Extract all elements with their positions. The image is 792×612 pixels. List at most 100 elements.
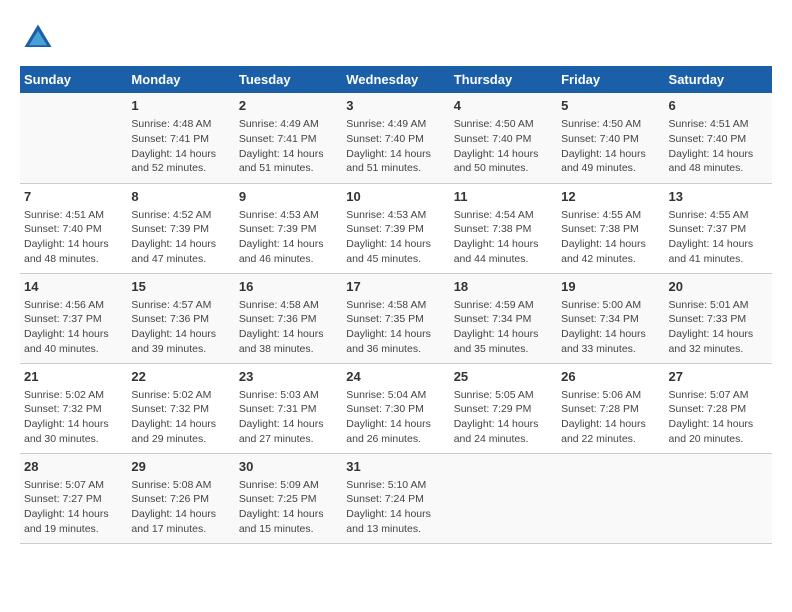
day-info: Sunrise: 4:56 AMSunset: 7:37 PMDaylight:… bbox=[24, 298, 123, 357]
calendar-cell: 19 Sunrise: 5:00 AMSunset: 7:34 PMDayligh… bbox=[557, 273, 664, 363]
day-number: 21 bbox=[24, 368, 123, 386]
day-info: Sunrise: 4:50 AMSunset: 7:40 PMDaylight:… bbox=[561, 117, 660, 176]
day-number: 23 bbox=[239, 368, 338, 386]
day-info: Sunrise: 4:48 AMSunset: 7:41 PMDaylight:… bbox=[131, 117, 230, 176]
day-info: Sunrise: 5:00 AMSunset: 7:34 PMDaylight:… bbox=[561, 298, 660, 357]
day-number: 29 bbox=[131, 458, 230, 476]
calendar-cell: 23 Sunrise: 5:03 AMSunset: 7:31 PMDayligh… bbox=[235, 363, 342, 453]
calendar-cell: 2Sunrise: 4:49 AMSunset: 7:41 PMDaylight… bbox=[235, 93, 342, 183]
calendar-cell: 31 Sunrise: 5:10 AMSunset: 7:24 PMDayligh… bbox=[342, 453, 449, 543]
calendar-cell bbox=[557, 453, 664, 543]
logo bbox=[20, 20, 60, 56]
day-info: Sunrise: 5:06 AMSunset: 7:28 PMDaylight:… bbox=[561, 388, 660, 447]
col-header-saturday: Saturday bbox=[665, 66, 772, 93]
day-number: 11 bbox=[454, 188, 553, 206]
day-info: Sunrise: 4:52 AMSunset: 7:39 PMDaylight:… bbox=[131, 208, 230, 267]
day-info: Sunrise: 5:07 AMSunset: 7:28 PMDaylight:… bbox=[669, 388, 768, 447]
calendar-cell: 25 Sunrise: 5:05 AMSunset: 7:29 PMDayligh… bbox=[450, 363, 557, 453]
calendar-cell: 10 Sunrise: 4:53 AMSunset: 7:39 PMDayligh… bbox=[342, 183, 449, 273]
day-info: Sunrise: 5:07 AMSunset: 7:27 PMDaylight:… bbox=[24, 478, 123, 537]
calendar-cell: 28Sunrise: 5:07 AMSunset: 7:27 PMDayligh… bbox=[20, 453, 127, 543]
calendar-cell: 20Sunrise: 5:01 AMSunset: 7:33 PMDayligh… bbox=[665, 273, 772, 363]
calendar-cell: 11 Sunrise: 4:54 AMSunset: 7:38 PMDayligh… bbox=[450, 183, 557, 273]
day-number: 5 bbox=[561, 97, 660, 115]
day-number: 14 bbox=[24, 278, 123, 296]
day-number: 15 bbox=[131, 278, 230, 296]
day-info: Sunrise: 4:49 AMSunset: 7:40 PMDaylight:… bbox=[346, 117, 445, 176]
col-header-wednesday: Wednesday bbox=[342, 66, 449, 93]
day-info: Sunrise: 4:54 AMSunset: 7:38 PMDaylight:… bbox=[454, 208, 553, 267]
calendar-header-row: SundayMondayTuesdayWednesdayThursdayFrid… bbox=[20, 66, 772, 93]
calendar-cell: 1 Sunrise: 4:48 AMSunset: 7:41 PMDaylight… bbox=[127, 93, 234, 183]
day-number: 22 bbox=[131, 368, 230, 386]
day-info: Sunrise: 5:08 AMSunset: 7:26 PMDaylight:… bbox=[131, 478, 230, 537]
calendar-cell: 3 Sunrise: 4:49 AMSunset: 7:40 PMDaylight… bbox=[342, 93, 449, 183]
day-number: 10 bbox=[346, 188, 445, 206]
calendar-cell: 5 Sunrise: 4:50 AMSunset: 7:40 PMDaylight… bbox=[557, 93, 664, 183]
calendar-cell: 30 Sunrise: 5:09 AMSunset: 7:25 PMDayligh… bbox=[235, 453, 342, 543]
page-header bbox=[20, 20, 772, 56]
week-row-5: 28Sunrise: 5:07 AMSunset: 7:27 PMDayligh… bbox=[20, 453, 772, 543]
day-info: Sunrise: 4:51 AMSunset: 7:40 PMDaylight:… bbox=[669, 117, 768, 176]
calendar-cell bbox=[450, 453, 557, 543]
day-info: Sunrise: 5:05 AMSunset: 7:29 PMDaylight:… bbox=[454, 388, 553, 447]
day-number: 12 bbox=[561, 188, 660, 206]
day-number: 6 bbox=[669, 97, 768, 115]
day-number: 13 bbox=[669, 188, 768, 206]
calendar-cell: 8Sunrise: 4:52 AMSunset: 7:39 PMDaylight… bbox=[127, 183, 234, 273]
calendar-cell: 17 Sunrise: 4:58 AMSunset: 7:35 PMDayligh… bbox=[342, 273, 449, 363]
calendar-cell: 24Sunrise: 5:04 AMSunset: 7:30 PMDayligh… bbox=[342, 363, 449, 453]
calendar-cell: 7 Sunrise: 4:51 AMSunset: 7:40 PMDaylight… bbox=[20, 183, 127, 273]
calendar-table: SundayMondayTuesdayWednesdayThursdayFrid… bbox=[20, 66, 772, 544]
calendar-cell: 13 Sunrise: 4:55 AMSunset: 7:37 PMDayligh… bbox=[665, 183, 772, 273]
calendar-cell: 27 Sunrise: 5:07 AMSunset: 7:28 PMDayligh… bbox=[665, 363, 772, 453]
day-info: Sunrise: 5:02 AMSunset: 7:32 PMDaylight:… bbox=[24, 388, 123, 447]
day-info: Sunrise: 5:10 AMSunset: 7:24 PMDaylight:… bbox=[346, 478, 445, 537]
col-header-friday: Friday bbox=[557, 66, 664, 93]
col-header-monday: Monday bbox=[127, 66, 234, 93]
day-info: Sunrise: 5:03 AMSunset: 7:31 PMDaylight:… bbox=[239, 388, 338, 447]
day-info: Sunrise: 4:53 AMSunset: 7:39 PMDaylight:… bbox=[346, 208, 445, 267]
day-info: Sunrise: 4:50 AMSunset: 7:40 PMDaylight:… bbox=[454, 117, 553, 176]
col-header-sunday: Sunday bbox=[20, 66, 127, 93]
day-number: 25 bbox=[454, 368, 553, 386]
col-header-tuesday: Tuesday bbox=[235, 66, 342, 93]
week-row-4: 21 Sunrise: 5:02 AMSunset: 7:32 PMDayligh… bbox=[20, 363, 772, 453]
day-number: 31 bbox=[346, 458, 445, 476]
day-number: 7 bbox=[24, 188, 123, 206]
day-info: Sunrise: 5:02 AMSunset: 7:32 PMDaylight:… bbox=[131, 388, 230, 447]
calendar-cell: 29 Sunrise: 5:08 AMSunset: 7:26 PMDayligh… bbox=[127, 453, 234, 543]
day-number: 1 bbox=[131, 97, 230, 115]
day-number: 30 bbox=[239, 458, 338, 476]
day-number: 3 bbox=[346, 97, 445, 115]
day-number: 4 bbox=[454, 97, 553, 115]
day-info: Sunrise: 5:09 AMSunset: 7:25 PMDaylight:… bbox=[239, 478, 338, 537]
day-number: 18 bbox=[454, 278, 553, 296]
week-row-3: 14 Sunrise: 4:56 AMSunset: 7:37 PMDayligh… bbox=[20, 273, 772, 363]
day-info: Sunrise: 4:57 AMSunset: 7:36 PMDaylight:… bbox=[131, 298, 230, 357]
day-number: 2 bbox=[239, 97, 338, 115]
calendar-cell: 21 Sunrise: 5:02 AMSunset: 7:32 PMDayligh… bbox=[20, 363, 127, 453]
day-number: 27 bbox=[669, 368, 768, 386]
calendar-cell bbox=[20, 93, 127, 183]
week-row-1: 1 Sunrise: 4:48 AMSunset: 7:41 PMDaylight… bbox=[20, 93, 772, 183]
day-info: Sunrise: 4:51 AMSunset: 7:40 PMDaylight:… bbox=[24, 208, 123, 267]
calendar-cell: 26 Sunrise: 5:06 AMSunset: 7:28 PMDayligh… bbox=[557, 363, 664, 453]
day-info: Sunrise: 4:58 AMSunset: 7:35 PMDaylight:… bbox=[346, 298, 445, 357]
day-number: 19 bbox=[561, 278, 660, 296]
day-info: Sunrise: 4:53 AMSunset: 7:39 PMDaylight:… bbox=[239, 208, 338, 267]
day-number: 24 bbox=[346, 368, 445, 386]
calendar-cell: 18 Sunrise: 4:59 AMSunset: 7:34 PMDayligh… bbox=[450, 273, 557, 363]
day-number: 26 bbox=[561, 368, 660, 386]
calendar-cell: 14 Sunrise: 4:56 AMSunset: 7:37 PMDayligh… bbox=[20, 273, 127, 363]
week-row-2: 7 Sunrise: 4:51 AMSunset: 7:40 PMDaylight… bbox=[20, 183, 772, 273]
calendar-cell: 6 Sunrise: 4:51 AMSunset: 7:40 PMDaylight… bbox=[665, 93, 772, 183]
calendar-cell: 15 Sunrise: 4:57 AMSunset: 7:36 PMDayligh… bbox=[127, 273, 234, 363]
day-info: Sunrise: 5:01 AMSunset: 7:33 PMDaylight:… bbox=[669, 298, 768, 357]
day-info: Sunrise: 4:55 AMSunset: 7:37 PMDaylight:… bbox=[669, 208, 768, 267]
col-header-thursday: Thursday bbox=[450, 66, 557, 93]
day-info: Sunrise: 4:58 AMSunset: 7:36 PMDaylight:… bbox=[239, 298, 338, 357]
calendar-cell: 12Sunrise: 4:55 AMSunset: 7:38 PMDayligh… bbox=[557, 183, 664, 273]
day-info: Sunrise: 4:59 AMSunset: 7:34 PMDaylight:… bbox=[454, 298, 553, 357]
day-number: 17 bbox=[346, 278, 445, 296]
